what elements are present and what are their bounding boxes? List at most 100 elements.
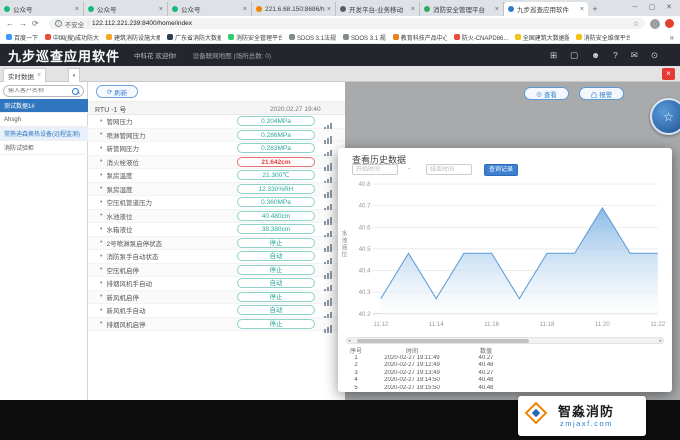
bookmark-item[interactable]: SDOS 3.1法规 <box>289 33 336 42</box>
history-chart-icon[interactable] <box>324 131 333 140</box>
history-chart-icon[interactable] <box>324 266 333 275</box>
power-icon[interactable]: ⊙ <box>651 50 658 61</box>
header-subtitle: 设备联网地图 (场所总数: 0) <box>193 50 271 60</box>
query-button[interactable]: 查询记录 <box>484 164 518 176</box>
minimize-icon[interactable]: ─ <box>633 4 638 11</box>
bookmark-favicon-icon <box>167 34 173 40</box>
bookmark-item[interactable]: 防火-CNAPD86... <box>454 33 508 42</box>
screen-icon[interactable]: ▢ <box>570 50 578 61</box>
search-input[interactable] <box>8 88 72 94</box>
history-chart-icon[interactable] <box>324 172 333 181</box>
forward-icon[interactable]: → <box>19 19 27 28</box>
parameter-name: 排烟风机手自动 <box>106 278 152 288</box>
history-chart-icon[interactable] <box>324 293 333 302</box>
tab-close-icon[interactable]: × <box>75 6 79 13</box>
tab-close-icon[interactable]: × <box>37 72 41 79</box>
tab-close-icon[interactable]: × <box>159 6 163 13</box>
parameter-value: 21.300℃ <box>237 170 315 180</box>
browser-tab[interactable]: 九步巡查应用软件× <box>504 2 588 16</box>
profile-avatar[interactable] <box>650 19 660 29</box>
bookmark-favicon-icon <box>343 34 349 40</box>
table-cell: 1 <box>344 355 368 361</box>
bookmark-item[interactable]: 消防安全维保平台 <box>576 33 630 42</box>
parameter-name: 2号喷淋泵启停状态 <box>106 238 162 248</box>
customer-search-box[interactable] <box>3 85 84 97</box>
history-chart-icon[interactable] <box>324 307 333 316</box>
parameter-value: 自动 <box>237 251 315 261</box>
info-icon[interactable]: i <box>55 20 62 27</box>
close-icon[interactable]: ✕ <box>666 3 672 11</box>
tab-close-icon[interactable]: × <box>243 6 247 13</box>
tab-close-icon[interactable]: × <box>495 6 499 13</box>
bookmark-item[interactable]: 全国建筑大数据服... <box>515 33 569 42</box>
parameter-value: 0.204MPa <box>237 116 315 126</box>
tab-close-icon[interactable]: × <box>580 6 584 13</box>
history-chart-icon[interactable] <box>324 158 333 167</box>
bookmark-item[interactable]: 广东省消防大数据... <box>167 33 221 42</box>
browser-tab[interactable]: 公众号× <box>0 2 84 16</box>
bookmark-star-icon[interactable]: ☆ <box>633 20 639 28</box>
new-tab-button[interactable]: + <box>588 2 602 16</box>
browser-tab[interactable]: 公众号× <box>168 2 252 16</box>
history-chart-icon[interactable] <box>324 118 333 127</box>
browser-nav-icons: ← → ⟳ <box>6 19 44 28</box>
help-icon[interactable]: ? <box>613 50 618 60</box>
parameter-value: 0.283MPa <box>237 143 315 153</box>
history-chart-icon[interactable] <box>324 253 333 262</box>
apps-icon[interactable]: ⊞ <box>550 50 557 61</box>
url-text[interactable]: 122.112.221.239:8400/home/index <box>92 20 630 27</box>
sidebar-item-customer[interactable]: 测试数据1# <box>0 99 88 113</box>
scroll-right-icon[interactable]: ▸ <box>659 338 662 344</box>
alarm-button[interactable]: 凸 报警 <box>579 87 624 100</box>
bookmark-item[interactable]: 百度一下 <box>6 33 38 42</box>
history-chart-icon[interactable] <box>324 212 333 221</box>
history-chart-icon[interactable] <box>324 320 333 329</box>
history-chart-icon[interactable] <box>324 239 333 248</box>
tab-realtime-data[interactable]: 实时数据 × <box>3 68 46 82</box>
history-table: 序号时间数值12020-02-27 19:11:4940.2722020-02-… <box>344 347 666 391</box>
user-icon[interactable]: ☻ <box>591 50 600 60</box>
close-all-button[interactable]: × <box>662 68 675 80</box>
url-box[interactable]: i 不安全 | 122.112.221.239:8400/home/index … <box>49 18 645 29</box>
view-button[interactable]: ◎ 查看 <box>524 87 569 100</box>
tab-dropdown-icon[interactable]: ▾ <box>68 68 80 82</box>
bookmark-item[interactable]: 消防安全管理平台 <box>228 33 282 42</box>
bookmark-item[interactable]: 中国(搜)成功防大... <box>45 33 99 42</box>
history-chart-icon[interactable] <box>324 226 333 235</box>
parameter-name: 管网压力 <box>106 116 132 126</box>
history-chart-icon[interactable] <box>324 199 333 208</box>
history-chart-icon[interactable] <box>324 280 333 289</box>
browser-tab[interactable]: 221.6.68.150:8686/html/v...× <box>252 2 336 16</box>
browser-tab[interactable]: 公众号× <box>84 2 168 16</box>
svg-text:40.4: 40.4 <box>359 268 372 275</box>
scrollbar-thumb[interactable] <box>357 339 529 344</box>
parameter-name: 水池液位 <box>106 211 132 221</box>
sidebar-item-customer[interactable]: 消防试验柜 <box>0 141 88 155</box>
browser-tab[interactable]: 开发平台-业务移动× <box>336 2 420 16</box>
bookmarks-overflow-icon[interactable]: » <box>670 33 674 42</box>
browser-tab[interactable]: 消防安全管理平台× <box>420 2 504 16</box>
screen: 公众号×公众号×公众号×221.6.68.150:8686/html/v...×… <box>0 0 680 440</box>
sidebar-item-customer[interactable]: Ahsgh <box>0 113 88 127</box>
mail-icon[interactable]: ✉ <box>631 50 638 61</box>
table-cell: 2 <box>344 362 368 368</box>
start-time-input[interactable] <box>352 164 398 175</box>
update-badge-icon[interactable] <box>665 19 674 28</box>
reload-icon[interactable]: ⟳ <box>32 19 39 28</box>
refresh-button[interactable]: ⟳ 刷新 <box>96 85 138 98</box>
tab-close-icon[interactable]: × <box>327 6 331 13</box>
sidebar-item-customer[interactable]: 常熟迪森换热设备(远程监测) <box>0 127 88 141</box>
bookmark-item[interactable]: 建筑消防设施大概... <box>106 33 160 42</box>
bookmark-item[interactable]: 教育科技产品中心 <box>393 33 447 42</box>
search-icon[interactable] <box>72 88 79 95</box>
back-icon[interactable]: ← <box>6 19 14 28</box>
tab-close-icon[interactable]: × <box>411 6 415 13</box>
scroll-left-icon[interactable]: ◂ <box>348 338 351 344</box>
bookmark-favicon-icon <box>515 34 521 40</box>
end-time-input[interactable] <box>426 164 472 175</box>
history-chart-icon[interactable] <box>324 185 333 194</box>
maximize-icon[interactable]: ▢ <box>649 3 656 11</box>
bookmark-item[interactable]: SDOS 3.1 规 <box>343 33 386 42</box>
horizontal-scrollbar[interactable]: ◂ ▸ <box>346 337 664 344</box>
history-chart-icon[interactable] <box>324 145 333 154</box>
